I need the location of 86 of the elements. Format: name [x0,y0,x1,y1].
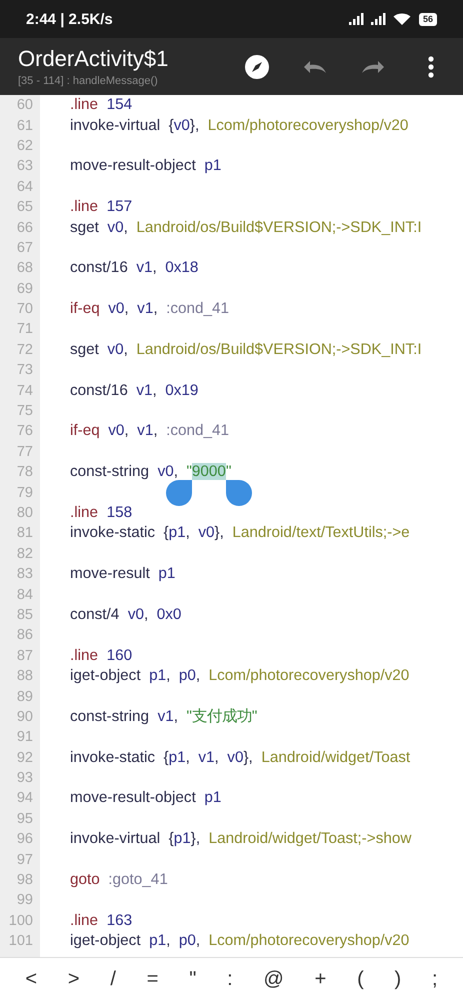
selection-handle[interactable] [226,480,252,506]
line-number: 77 [16,444,33,460]
line-number: 86 [16,627,33,644]
selection-handle[interactable] [166,480,192,506]
line-number: 63 [16,158,33,174]
line-number: 62 [16,138,33,154]
symbol-key[interactable]: ; [426,964,444,994]
line-number: 95 [16,810,33,827]
code-line: .line 160 [70,646,132,665]
line-number: 91 [16,729,33,746]
code-line: .line 157 [70,198,132,216]
line-number: 99 [16,892,33,908]
signal-icon [348,13,365,25]
line-number: 72 [16,342,33,358]
symbol-key[interactable]: / [104,964,122,994]
code-line: invoke-virtual {p1}, Landroid/widget/Toast;->show [70,830,412,848]
line-number: 61 [16,118,33,134]
line-number: 101 [8,933,33,950]
wifi-icon [392,12,411,26]
method-range: [35 - 114] : handleMessage() [18,75,159,87]
symbol-key[interactable]: : [221,964,239,994]
code-line: move-result-object p1 [70,157,222,176]
line-number: 65 [16,199,33,216]
line-number: 79 [16,484,33,501]
code-line: const/16 v1, 0x18 [70,259,198,278]
code-line: const-string v1, "支付成功" [70,707,258,728]
line-number: 76 [16,423,33,440]
symbol-key[interactable]: + [308,964,332,994]
line-number: 92 [16,750,33,766]
code-line: iget-object p1, p0, Lcom/photorecoveryshop/v20 [70,667,410,686]
file-title: OrderActivity$1 [18,46,170,72]
line-number: 87 [16,648,33,664]
line-number: 100 [8,912,33,929]
code-line: const-string v0, "9000" [70,463,232,482]
code-line: const/16 v1, 0x19 [70,382,198,400]
line-number: 74 [16,382,33,399]
line-number: 90 [16,708,33,725]
line-number: 96 [16,831,33,848]
signal-icon [370,13,387,25]
line-number: 70 [16,301,33,318]
code-line: invoke-virtual {v0}, Lcom/photorecoveryshop/v20 [70,116,408,135]
line-number: 83 [16,566,33,582]
line-number: 71 [16,321,33,338]
code-line: if-eq v0, v1, :cond_41 [70,300,230,318]
line-number: 64 [16,178,33,195]
symbol-key[interactable]: " [183,964,202,994]
symbol-key[interactable]: @ [257,964,290,994]
line-number: 85 [16,606,33,623]
line-number: 82 [16,546,33,562]
line-number: 68 [16,260,33,276]
code-line: iget-object p1, p0, Lcom/photorecoveryshop/v20 [70,932,410,950]
symbol-key[interactable]: ) [388,964,408,994]
code-line: invoke-static {p1, v0}, Landroid/text/TextUtils;->e [70,524,410,542]
code-line: invoke-static {p1, v1, v0}, Landroid/widget/Toast [70,748,410,767]
code-line: .line 158 [70,504,132,522]
line-number: 73 [16,362,33,378]
symbol-key[interactable]: > [62,964,86,994]
code-line: sget v0, Landroid/os/Build$VERSION;->SDK_INT:I [70,340,422,359]
line-number: 98 [16,872,33,888]
code-line: if-eq v0, v1, :cond_41 [70,422,230,440]
line-number: 78 [16,464,33,480]
symbol-key[interactable]: < [19,964,44,994]
symbol-key[interactable]: ( [351,964,370,994]
battery-level: 56 [418,12,437,26]
code-line: .line 163 [70,912,132,930]
line-number: 66 [16,220,33,236]
code-line: move-result p1 [70,565,176,584]
line-number: 94 [16,790,33,806]
status-time: 2:44 | 2.5K/s [26,10,114,28]
code-line: .line 154 [70,96,132,114]
symbol-key[interactable]: = [140,964,164,994]
line-number: 81 [16,525,33,542]
line-number: 75 [16,403,33,420]
code-line: goto :goto_41 [70,871,168,890]
code-line: const/4 v0, 0x0 [70,606,182,624]
code-line: sget v0, Landroid/os/Build$VERSION;->SDK_INT:I [70,218,422,237]
line-number: 69 [16,280,33,297]
line-number: 84 [16,586,33,603]
line-number: 88 [16,668,33,684]
line-number: 67 [16,240,33,256]
line-number: 93 [16,770,33,786]
line-number: 80 [16,505,33,521]
line-number: 97 [16,852,33,868]
line-number: 60 [16,97,33,114]
line-number: 89 [16,688,33,705]
code-line: move-result-object p1 [70,789,222,808]
